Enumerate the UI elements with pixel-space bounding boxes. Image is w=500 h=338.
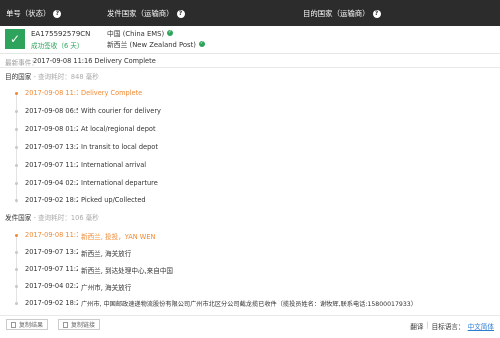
timeline-dot-icon (15, 251, 18, 254)
timeline-dot-icon (15, 268, 18, 271)
event-time: 2017-09-08 06:56 (25, 107, 78, 115)
copy-result-button[interactable]: 复制结果 (6, 319, 49, 330)
timeline-event: 2017-09-04 02:20 International departure (0, 179, 500, 193)
event-description: 广州市, 中国邮政速递物流股份有限公司广州市北区分公司截龙揽已收件（揽投员姓名：… (81, 301, 417, 308)
timeline-dot-icon (15, 302, 18, 305)
tracking-number[interactable]: EA175592579CN (31, 30, 90, 38)
timeline-event: 2017-09-02 18:20 广州市, 中国邮政速递物流股份有限公司广州市北… (0, 299, 500, 313)
header-origin-carrier-label: 发件国家（运输商） (107, 9, 174, 18)
event-time: 2017-09-07 13:20 (25, 248, 78, 256)
event-time: 2017-09-07 11:20 (25, 161, 78, 169)
event-description: International departure (81, 179, 158, 187)
event-description: 新西兰, 海关放行 (81, 250, 132, 258)
event-time: 2017-09-02 18:20 (25, 299, 78, 307)
event-description: 新西兰, 到达处理中心,来自中国 (81, 267, 174, 275)
latest-event-value: 2017-09-08 11:16 Delivery Complete (33, 57, 156, 65)
separator: | (426, 321, 429, 329)
destination-query-time: - 查询耗时：848 毫秒 (33, 73, 99, 81)
header-origin-carrier: 发件国家（运输商） ? (107, 8, 185, 19)
event-time: 2017-09-02 18:20 (25, 196, 78, 204)
timeline-event: 2017-09-02 18:20 Picked up/Collected (0, 196, 500, 210)
event-time: 2017-09-07 11:20 (25, 265, 78, 273)
latest-event: 最新事件： 2017-09-08 11:16 Delivery Complete (0, 54, 500, 67)
delivered-status-badge: ✓ (5, 29, 25, 49)
timeline-event: 2017-09-08 06:56 With courier for delive… (0, 107, 500, 121)
success-check-icon: ✓ (167, 29, 174, 36)
header-dest-carrier: 目的国家（运输商） ? (303, 8, 381, 19)
timeline-dot-icon (15, 92, 18, 95)
destination-section-title: 目的国家 - 查询耗时：848 毫秒 (5, 71, 99, 81)
copy-icon (11, 321, 16, 328)
origin-carrier-label: 中国 (China EMS) (107, 30, 165, 38)
divider (0, 67, 500, 68)
event-time: 2017-09-04 02:20 (25, 282, 78, 290)
copy-icon (63, 321, 68, 328)
event-description: With courier for delivery (81, 107, 161, 115)
help-icon[interactable]: ? (176, 9, 185, 18)
translate-button[interactable]: 翻译 (410, 321, 423, 331)
timeline-event: 2017-09-04 02:20 广州市, 海关放行 (0, 282, 500, 296)
event-time: 2017-09-04 02:20 (25, 179, 78, 187)
timeline-dot-icon (15, 182, 18, 185)
copy-link-label: 复制链接 (71, 322, 96, 329)
event-time: 2017-09-08 11:16 (25, 89, 78, 97)
event-description: International arrival (81, 161, 147, 169)
destination-carrier[interactable]: 新西兰 (New Zealand Post) ✓ (107, 39, 205, 49)
timeline-dot-icon (15, 128, 18, 131)
timeline-event: 2017-09-07 13:20 In transit to local dep… (0, 143, 500, 157)
event-description: Picked up/Collected (81, 196, 146, 204)
event-description: At local/regional depot (81, 125, 156, 133)
header-tracking-status-label: 单号（状态） (6, 9, 51, 18)
copy-result-label: 复制结果 (19, 322, 44, 329)
destination-carrier-label: 新西兰 (New Zealand Post) (107, 41, 196, 49)
event-description: In transit to local depot (81, 143, 158, 151)
copy-link-button[interactable]: 复制链接 (58, 319, 101, 330)
timeline-dot-icon (15, 110, 18, 113)
timeline-event: 2017-09-08 11:16 新西兰, 投投，YAN WEN (0, 231, 500, 245)
target-language-label: 目标语言： (431, 323, 465, 331)
translation-controls: 翻译 | 目标语言： 中文简体 (410, 321, 494, 331)
event-time: 2017-09-07 13:20 (25, 143, 78, 151)
timeline-dot-icon (15, 146, 18, 149)
origin-query-time: - 查询耗时：106 毫秒 (33, 214, 99, 222)
destination-section-name: 目的国家 (5, 73, 32, 81)
timeline-event: 2017-09-08 11:16 Delivery Complete (0, 89, 500, 103)
timeline-event: 2017-09-07 11:20 新西兰, 到达处理中心,来自中国 (0, 265, 500, 279)
divider (0, 315, 500, 316)
origin-carrier[interactable]: 中国 (China EMS) ✓ (107, 28, 174, 38)
event-description: 广州市, 海关放行 (81, 284, 132, 292)
event-time: 2017-09-08 01:20 (25, 125, 78, 133)
target-language-link[interactable]: 中文简体 (468, 321, 494, 331)
tracking-result-panel: 单号（状态） ? 发件国家（运输商） ? 目的国家（运输商） ? ✓ EA175… (0, 0, 500, 338)
event-description: 新西兰, 投投，YAN WEN (81, 233, 156, 241)
timeline-dot-icon (15, 199, 18, 202)
timeline-event: 2017-09-07 11:20 International arrival (0, 161, 500, 175)
result-table-header: 单号（状态） ? 发件国家（运输商） ? 目的国家（运输商） ? (0, 0, 500, 26)
origin-section-title: 发件国家 - 查询耗时：106 毫秒 (5, 212, 99, 222)
timeline-dot-icon (15, 164, 18, 167)
result-footer: 复制结果 复制链接 翻译 | 目标语言： 中文简体 (0, 318, 500, 332)
event-time: 2017-09-08 11:16 (25, 231, 78, 239)
help-icon[interactable]: ? (53, 9, 62, 18)
event-description: Delivery Complete (81, 89, 143, 97)
header-dest-carrier-label: 目的国家（运输商） (303, 9, 370, 18)
check-icon: ✓ (9, 32, 21, 46)
success-check-icon: ✓ (198, 40, 205, 47)
origin-section-name: 发件国家 (5, 214, 32, 222)
timeline-event: 2017-09-08 01:20 At local/regional depot (0, 125, 500, 139)
delivery-status: 成功签收（6 天） (31, 42, 84, 50)
tracking-summary-row[interactable]: ✓ EA175592579CN 成功签收（6 天） 中国 (China EMS)… (0, 26, 500, 54)
help-icon[interactable]: ? (372, 9, 381, 18)
header-tracking-status: 单号（状态） ? (6, 8, 62, 19)
timeline-dot-icon (15, 234, 18, 237)
timeline-event: 2017-09-07 13:20 新西兰, 海关放行 (0, 248, 500, 262)
timeline-dot-icon (15, 285, 18, 288)
